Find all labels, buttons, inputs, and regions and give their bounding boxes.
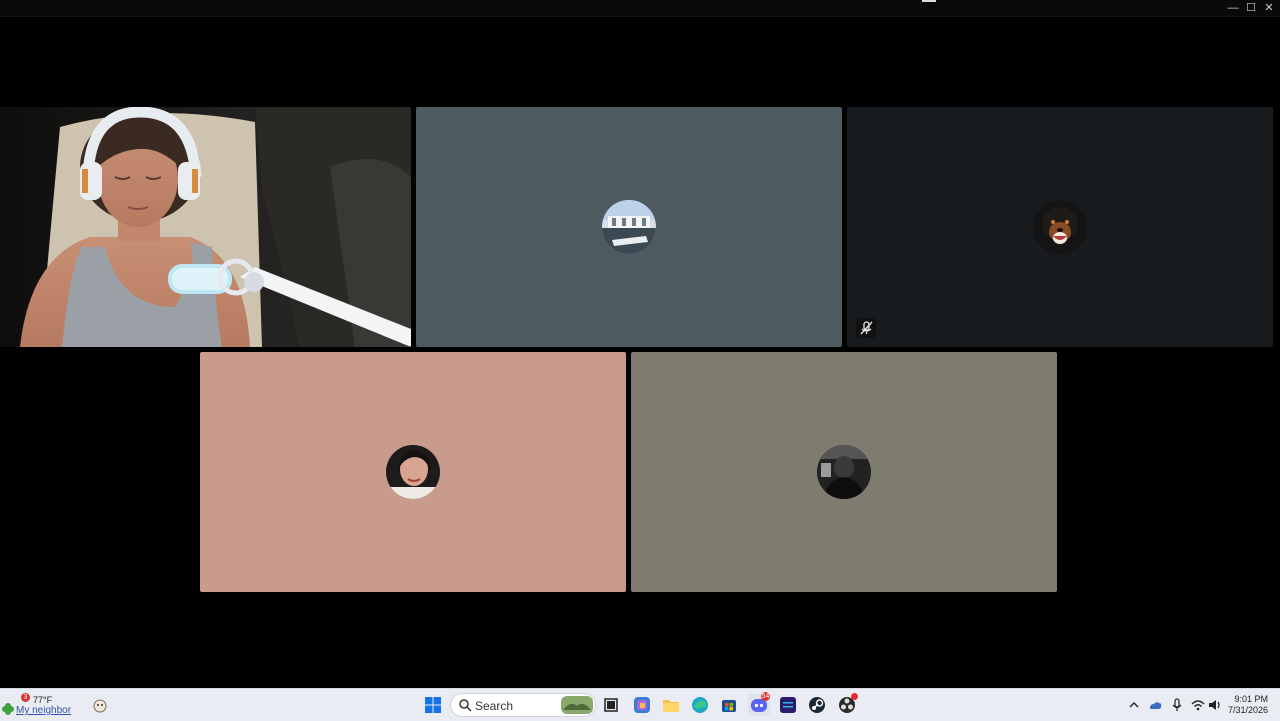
volume-icon[interactable]	[1208, 698, 1222, 712]
discord-notification-badge: 54	[761, 692, 770, 701]
mute-indicator	[856, 318, 876, 338]
participant-tile-2[interactable]	[416, 107, 842, 347]
window-titlebar: — ☐ ✕	[0, 0, 1280, 17]
participant-video-feed	[0, 107, 411, 347]
folder-icon	[663, 700, 679, 712]
edge-icon	[692, 697, 708, 713]
weather-description: My neighbor	[16, 705, 72, 716]
mic-off-icon	[860, 321, 873, 335]
maximize-button[interactable]: ☐	[1241, 1, 1261, 15]
close-button[interactable]: ✕	[1259, 1, 1279, 15]
recording-dot	[851, 693, 858, 700]
onedrive-icon[interactable]	[1148, 698, 1162, 712]
participant-tile-camera[interactable]	[0, 107, 411, 347]
participant-tile-3[interactable]	[847, 107, 1273, 347]
start-button[interactable]	[422, 694, 444, 716]
clock-date: 7/31/2026	[1227, 705, 1268, 715]
file-explorer-button[interactable]	[660, 694, 682, 716]
discord-button[interactable]: 54	[748, 692, 770, 716]
titlebar-indicator	[922, 0, 936, 2]
clock[interactable]: 9:01 PM 7/31/2026	[1228, 694, 1268, 716]
edge-button[interactable]	[689, 694, 711, 716]
store-icon	[722, 700, 736, 712]
clover-icon	[2, 703, 14, 715]
weather-widget[interactable]: 3 77°F My neighbor	[0, 689, 110, 721]
minimize-button[interactable]: —	[1223, 1, 1243, 15]
participant-avatar	[1033, 200, 1087, 254]
participant-tile-5[interactable]	[631, 352, 1057, 592]
task-view-icon	[604, 698, 618, 712]
obs-button[interactable]	[836, 693, 858, 716]
steam-icon	[809, 697, 825, 713]
windows-icon	[425, 697, 441, 713]
taskbar: 3 77°F My neighbor Search 54 9:01 PM 7/3…	[0, 688, 1280, 721]
taskbar-search[interactable]: Search	[450, 693, 596, 717]
microphone-icon[interactable]	[1170, 698, 1184, 712]
search-icon	[459, 699, 472, 712]
task-view-button[interactable]	[600, 694, 622, 716]
amazon-music-button[interactable]	[777, 694, 799, 716]
cartoon-icon	[93, 699, 107, 713]
store-button[interactable]	[718, 694, 740, 716]
steam-button[interactable]	[806, 694, 828, 716]
chevron-up-icon[interactable]	[1127, 698, 1141, 712]
search-placeholder: Search	[475, 699, 514, 713]
participant-avatar	[386, 445, 440, 499]
participant-tile-4[interactable]	[200, 352, 626, 592]
weather-alert-badge: 3	[21, 693, 30, 702]
participant-avatar	[817, 445, 871, 499]
wifi-icon[interactable]	[1191, 698, 1205, 712]
amazon-music-icon	[780, 697, 796, 713]
copilot-icon	[634, 697, 650, 713]
participant-avatar	[602, 200, 656, 254]
clock-time: 9:01 PM	[1234, 694, 1268, 704]
copilot-button[interactable]	[631, 694, 653, 716]
weather-temperature: 77°F	[33, 695, 53, 705]
search-highlight-icon	[561, 696, 593, 714]
